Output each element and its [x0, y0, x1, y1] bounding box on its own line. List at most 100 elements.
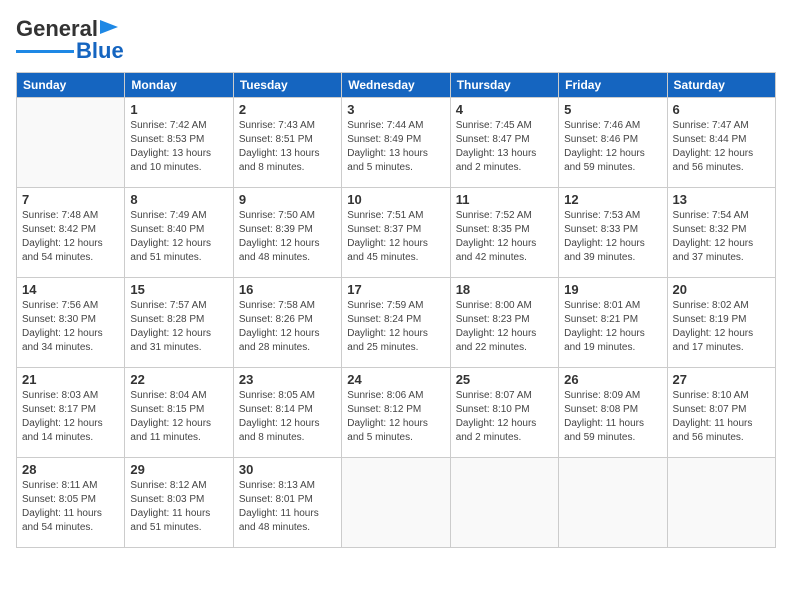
day-number: 19 [564, 282, 661, 297]
cell-daylight-info: Sunrise: 7:43 AM Sunset: 8:51 PM Dayligh… [239, 119, 336, 175]
page-header: General Blue [16, 16, 776, 64]
calendar-week-row: 21 Sunrise: 8:03 AM Sunset: 8:17 PM Dayli… [17, 368, 776, 458]
calendar-cell [17, 98, 125, 188]
day-number: 11 [456, 192, 553, 207]
calendar-cell: 25Sunrise: 8:07 AM Sunset: 8:10 PM Dayli… [450, 368, 558, 458]
cell-daylight-info: Sunrise: 7:46 AM Sunset: 8:46 PM Dayligh… [564, 119, 661, 175]
cell-daylight-info: Sunrise: 7:57 AM Sunset: 8:28 PM Dayligh… [130, 299, 227, 355]
calendar-cell: 18 Sunrise: 8:00 AM Sunset: 8:23 PM Dayli… [450, 278, 558, 368]
cell-daylight-info: Sunrise: 7:48 AM Sunset: 8:42 PM Dayligh… [22, 209, 119, 265]
day-number: 16 [239, 282, 336, 297]
calendar-cell: 9 Sunrise: 7:50 AM Sunset: 8:39 PM Daylig… [233, 188, 341, 278]
cell-daylight-info: Sunrise: 7:42 AM Sunset: 8:53 PM Dayligh… [130, 119, 227, 175]
calendar-cell: 7 Sunrise: 7:48 AM Sunset: 8:42 PM Daylig… [17, 188, 125, 278]
day-number: 6 [673, 102, 770, 117]
day-number: 14 [22, 282, 119, 297]
calendar-cell: 14 Sunrise: 7:56 AM Sunset: 8:30 PM Dayli… [17, 278, 125, 368]
calendar-cell: 16 Sunrise: 7:58 AM Sunset: 8:26 PM Dayli… [233, 278, 341, 368]
calendar-week-row: 1Sunrise: 7:42 AM Sunset: 8:53 PM Daylig… [17, 98, 776, 188]
logo: General Blue [16, 16, 124, 64]
calendar-cell: 19 Sunrise: 8:01 AM Sunset: 8:21 PM Dayli… [559, 278, 667, 368]
day-number: 7 [22, 192, 119, 207]
day-number: 22 [130, 372, 227, 387]
cell-daylight-info: Sunrise: 7:53 AM Sunset: 8:33 PM Dayligh… [564, 209, 661, 265]
day-number: 21 [22, 372, 119, 387]
day-number: 30 [239, 462, 336, 477]
calendar-cell: 8 Sunrise: 7:49 AM Sunset: 8:40 PM Daylig… [125, 188, 233, 278]
cell-daylight-info: Sunrise: 8:10 AM Sunset: 8:07 PM Dayligh… [673, 389, 770, 445]
calendar-cell: 17 Sunrise: 7:59 AM Sunset: 8:24 PM Dayli… [342, 278, 450, 368]
calendar-cell [342, 458, 450, 548]
day-number: 5 [564, 102, 661, 117]
calendar-cell: 27 Sunrise: 8:10 AM Sunset: 8:07 PM Dayli… [667, 368, 775, 458]
calendar-cell: 29 Sunrise: 8:12 AM Sunset: 8:03 PM Dayli… [125, 458, 233, 548]
calendar-cell: 30 Sunrise: 8:13 AM Sunset: 8:01 PM Dayli… [233, 458, 341, 548]
day-number: 2 [239, 102, 336, 117]
cell-daylight-info: Sunrise: 7:51 AM Sunset: 8:37 PM Dayligh… [347, 209, 444, 265]
calendar-cell: 24Sunrise: 8:06 AM Sunset: 8:12 PM Dayli… [342, 368, 450, 458]
cell-daylight-info: Sunrise: 8:12 AM Sunset: 8:03 PM Dayligh… [130, 479, 227, 535]
cell-daylight-info: Sunrise: 8:01 AM Sunset: 8:21 PM Dayligh… [564, 299, 661, 355]
calendar-cell: 23 Sunrise: 8:05 AM Sunset: 8:14 PM Dayli… [233, 368, 341, 458]
cell-daylight-info: Sunrise: 7:49 AM Sunset: 8:40 PM Dayligh… [130, 209, 227, 265]
day-number: 17 [347, 282, 444, 297]
day-number: 20 [673, 282, 770, 297]
day-number: 9 [239, 192, 336, 207]
calendar-cell: 20 Sunrise: 8:02 AM Sunset: 8:19 PM Dayli… [667, 278, 775, 368]
day-number: 29 [130, 462, 227, 477]
calendar-cell [667, 458, 775, 548]
calendar-table: SundayMondayTuesdayWednesdayThursdayFrid… [16, 72, 776, 548]
cell-daylight-info: Sunrise: 8:02 AM Sunset: 8:19 PM Dayligh… [673, 299, 770, 355]
cell-daylight-info: Sunrise: 8:11 AM Sunset: 8:05 PM Dayligh… [22, 479, 119, 535]
cell-daylight-info: Sunrise: 7:56 AM Sunset: 8:30 PM Dayligh… [22, 299, 119, 355]
calendar-cell: 10 Sunrise: 7:51 AM Sunset: 8:37 PM Dayli… [342, 188, 450, 278]
cell-daylight-info: Sunrise: 8:03 AM Sunset: 8:17 PM Dayligh… [22, 389, 119, 445]
cell-daylight-info: Sunrise: 7:58 AM Sunset: 8:26 PM Dayligh… [239, 299, 336, 355]
cell-daylight-info: Sunrise: 8:13 AM Sunset: 8:01 PM Dayligh… [239, 479, 336, 535]
cell-daylight-info: Sunrise: 7:52 AM Sunset: 8:35 PM Dayligh… [456, 209, 553, 265]
logo-blue: Blue [76, 38, 124, 64]
calendar-week-row: 14 Sunrise: 7:56 AM Sunset: 8:30 PM Dayli… [17, 278, 776, 368]
cell-daylight-info: Sunrise: 7:47 AM Sunset: 8:44 PM Dayligh… [673, 119, 770, 175]
calendar-cell: 6 Sunrise: 7:47 AM Sunset: 8:44 PM Daylig… [667, 98, 775, 188]
calendar-cell [450, 458, 558, 548]
logo-arrow-icon [100, 18, 122, 36]
day-number: 15 [130, 282, 227, 297]
weekday-header-cell: Friday [559, 73, 667, 98]
calendar-cell [559, 458, 667, 548]
day-number: 26 [564, 372, 661, 387]
day-number: 24 [347, 372, 444, 387]
calendar-cell: 21 Sunrise: 8:03 AM Sunset: 8:17 PM Dayli… [17, 368, 125, 458]
calendar-cell: 22 Sunrise: 8:04 AM Sunset: 8:15 PM Dayli… [125, 368, 233, 458]
day-number: 8 [130, 192, 227, 207]
cell-daylight-info: Sunrise: 8:07 AM Sunset: 8:10 PM Dayligh… [456, 389, 553, 445]
weekday-header-cell: Sunday [17, 73, 125, 98]
calendar-cell: 15 Sunrise: 7:57 AM Sunset: 8:28 PM Dayli… [125, 278, 233, 368]
calendar-cell: 2 Sunrise: 7:43 AM Sunset: 8:51 PM Daylig… [233, 98, 341, 188]
calendar-week-row: 28Sunrise: 8:11 AM Sunset: 8:05 PM Dayli… [17, 458, 776, 548]
calendar-cell: 11 Sunrise: 7:52 AM Sunset: 8:35 PM Dayli… [450, 188, 558, 278]
cell-daylight-info: Sunrise: 7:59 AM Sunset: 8:24 PM Dayligh… [347, 299, 444, 355]
cell-daylight-info: Sunrise: 7:50 AM Sunset: 8:39 PM Dayligh… [239, 209, 336, 265]
weekday-header-cell: Wednesday [342, 73, 450, 98]
day-number: 10 [347, 192, 444, 207]
calendar-cell: 28Sunrise: 8:11 AM Sunset: 8:05 PM Dayli… [17, 458, 125, 548]
cell-daylight-info: Sunrise: 8:00 AM Sunset: 8:23 PM Dayligh… [456, 299, 553, 355]
day-number: 12 [564, 192, 661, 207]
cell-daylight-info: Sunrise: 7:45 AM Sunset: 8:47 PM Dayligh… [456, 119, 553, 175]
day-number: 18 [456, 282, 553, 297]
day-number: 4 [456, 102, 553, 117]
cell-daylight-info: Sunrise: 8:04 AM Sunset: 8:15 PM Dayligh… [130, 389, 227, 445]
calendar-cell: 1Sunrise: 7:42 AM Sunset: 8:53 PM Daylig… [125, 98, 233, 188]
day-number: 3 [347, 102, 444, 117]
day-number: 23 [239, 372, 336, 387]
calendar-cell: 5 Sunrise: 7:46 AM Sunset: 8:46 PM Daylig… [559, 98, 667, 188]
cell-daylight-info: Sunrise: 8:05 AM Sunset: 8:14 PM Dayligh… [239, 389, 336, 445]
calendar-week-row: 7 Sunrise: 7:48 AM Sunset: 8:42 PM Daylig… [17, 188, 776, 278]
day-number: 27 [673, 372, 770, 387]
cell-daylight-info: Sunrise: 7:44 AM Sunset: 8:49 PM Dayligh… [347, 119, 444, 175]
cell-daylight-info: Sunrise: 7:54 AM Sunset: 8:32 PM Dayligh… [673, 209, 770, 265]
calendar-cell: 26Sunrise: 8:09 AM Sunset: 8:08 PM Dayli… [559, 368, 667, 458]
calendar-cell: 3 Sunrise: 7:44 AM Sunset: 8:49 PM Daylig… [342, 98, 450, 188]
weekday-header-cell: Saturday [667, 73, 775, 98]
